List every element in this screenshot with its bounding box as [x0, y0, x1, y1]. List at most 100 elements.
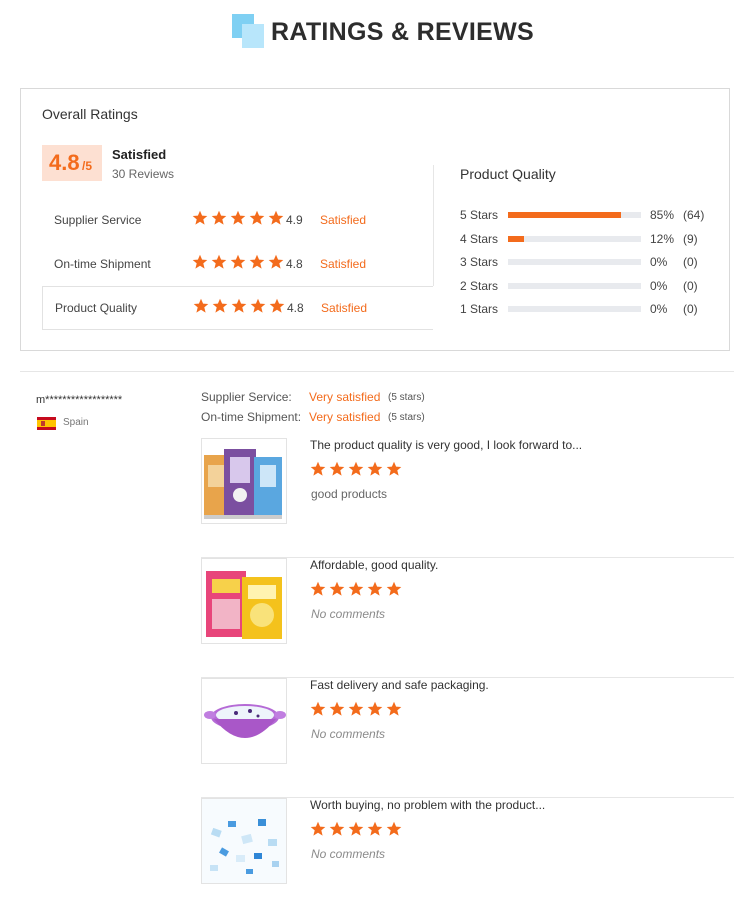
star-icon — [211, 254, 227, 270]
star-icon — [348, 821, 364, 837]
star-icon — [367, 461, 383, 477]
product-image[interactable] — [201, 678, 287, 764]
bar-percent: 85% — [650, 208, 675, 222]
star-icon — [348, 701, 364, 717]
review-text: Fast delivery and safe packaging. — [310, 678, 489, 692]
review-item: Affordable, good quality. No comments — [201, 558, 734, 678]
quality-bar-row[interactable]: 2 Stars 0% (0) — [460, 277, 720, 295]
star-rating — [192, 210, 287, 228]
star-icon — [367, 821, 383, 837]
bar-count: (0) — [683, 255, 698, 269]
shipment-note: (5 stars) — [388, 412, 425, 423]
review-comment: No comments — [311, 607, 386, 621]
score-badge: 4.8 /5 — [42, 145, 102, 181]
star-icon — [310, 821, 326, 837]
product-quality-title: Product Quality — [460, 166, 556, 182]
review-star-rating — [310, 461, 405, 479]
star-icon — [268, 254, 284, 270]
metric-value: 4.8 — [287, 301, 304, 315]
star-icon — [310, 701, 326, 717]
bar-track — [508, 306, 641, 312]
star-icon — [367, 581, 383, 597]
review-comment: good products — [311, 487, 388, 501]
review-text: Worth buying, no problem with the produc… — [310, 798, 546, 812]
bar-label: 4 Stars — [460, 231, 499, 246]
quality-bar-row[interactable]: 4 Stars 12% (9) — [460, 230, 720, 248]
spain-flag-icon — [37, 417, 56, 430]
star-icon — [329, 821, 345, 837]
overall-status: Satisfied — [112, 147, 167, 162]
supplier-service-note: (5 stars) — [388, 392, 425, 403]
reviewer-country: Spain — [63, 417, 89, 428]
metric-supplier-service[interactable]: Supplier Service 4.9 Satisfied — [42, 199, 433, 243]
bar-label: 1 Stars — [460, 302, 499, 316]
star-icon — [211, 210, 227, 226]
star-icon — [329, 581, 345, 597]
section-title: RATINGS & REVIEWS — [271, 18, 534, 46]
star-icon — [192, 210, 208, 226]
quality-bar-row[interactable]: 1 Stars 0% (0) — [460, 300, 720, 318]
bar-label: 5 Stars — [460, 208, 499, 222]
metric-value: 4.8 — [286, 257, 303, 271]
metric-value: 4.9 — [286, 213, 303, 227]
star-icon — [348, 461, 364, 477]
metric-status: Satisfied — [321, 301, 368, 315]
review-item: Worth buying, no problem with the produc… — [201, 798, 734, 911]
product-image[interactable] — [201, 558, 287, 644]
review-star-rating — [310, 821, 405, 839]
reviewer-name: m****************** — [36, 394, 123, 406]
star-icon — [329, 701, 345, 717]
overall-ratings-panel: Overall Ratings 4.8 /5 Satisfied 30 Revi… — [20, 88, 730, 351]
review-star-rating — [310, 581, 405, 599]
shipment-label: On-time Shipment: — [201, 410, 302, 424]
bar-count: (9) — [683, 231, 698, 246]
star-icon — [310, 581, 326, 597]
star-icon — [268, 210, 284, 226]
review-comment: No comments — [311, 727, 386, 741]
star-icon — [249, 210, 265, 226]
metric-product-quality[interactable]: Product Quality 4.8 Satisfied — [42, 286, 433, 330]
metric-status: Satisfied — [320, 213, 367, 227]
star-rating — [193, 298, 288, 316]
review-item: The product quality is very good, I look… — [201, 438, 734, 558]
metric-label: Supplier Service — [54, 213, 142, 227]
squares-icon — [232, 14, 264, 48]
metric-label: On-time Shipment — [54, 257, 151, 271]
star-icon — [231, 298, 247, 314]
bar-count: (64) — [683, 208, 705, 222]
bar-fill — [508, 235, 524, 242]
bar-track — [508, 212, 641, 218]
score-value: 4.8 — [49, 150, 80, 175]
review-count: 30 Reviews — [112, 167, 175, 181]
supplier-service-value: Very satisfied — [309, 390, 381, 404]
star-icon — [249, 254, 265, 270]
bar-percent: 0% — [650, 278, 668, 293]
star-icon — [386, 461, 402, 477]
star-icon — [386, 821, 402, 837]
star-icon — [230, 254, 246, 270]
bar-count: (0) — [683, 278, 698, 293]
bar-track — [508, 235, 641, 242]
star-icon — [310, 461, 326, 477]
bar-percent: 12% — [650, 231, 675, 246]
quality-bar-row[interactable]: 3 Stars 0% (0) — [460, 253, 720, 271]
section-divider — [20, 371, 734, 372]
star-icon — [192, 254, 208, 270]
product-image[interactable] — [201, 798, 287, 884]
star-icon — [348, 581, 364, 597]
metric-on-time-shipment[interactable]: On-time Shipment 4.8 Satisfied — [42, 243, 433, 287]
bar-label: 3 Stars — [460, 255, 499, 269]
metric-status: Satisfied — [320, 257, 367, 271]
panel-divider — [433, 165, 434, 286]
bar-fill — [508, 212, 622, 218]
star-icon — [269, 298, 285, 314]
product-image[interactable] — [201, 438, 287, 524]
quality-bar-row[interactable]: 5 Stars 85% (64) — [460, 206, 720, 224]
overall-ratings-title: Overall Ratings — [42, 106, 138, 122]
bar-percent: 0% — [650, 255, 668, 269]
star-rating — [192, 254, 287, 272]
star-icon — [386, 581, 402, 597]
star-icon — [386, 701, 402, 717]
bar-label: 2 Stars — [460, 278, 499, 293]
star-icon — [193, 298, 209, 314]
